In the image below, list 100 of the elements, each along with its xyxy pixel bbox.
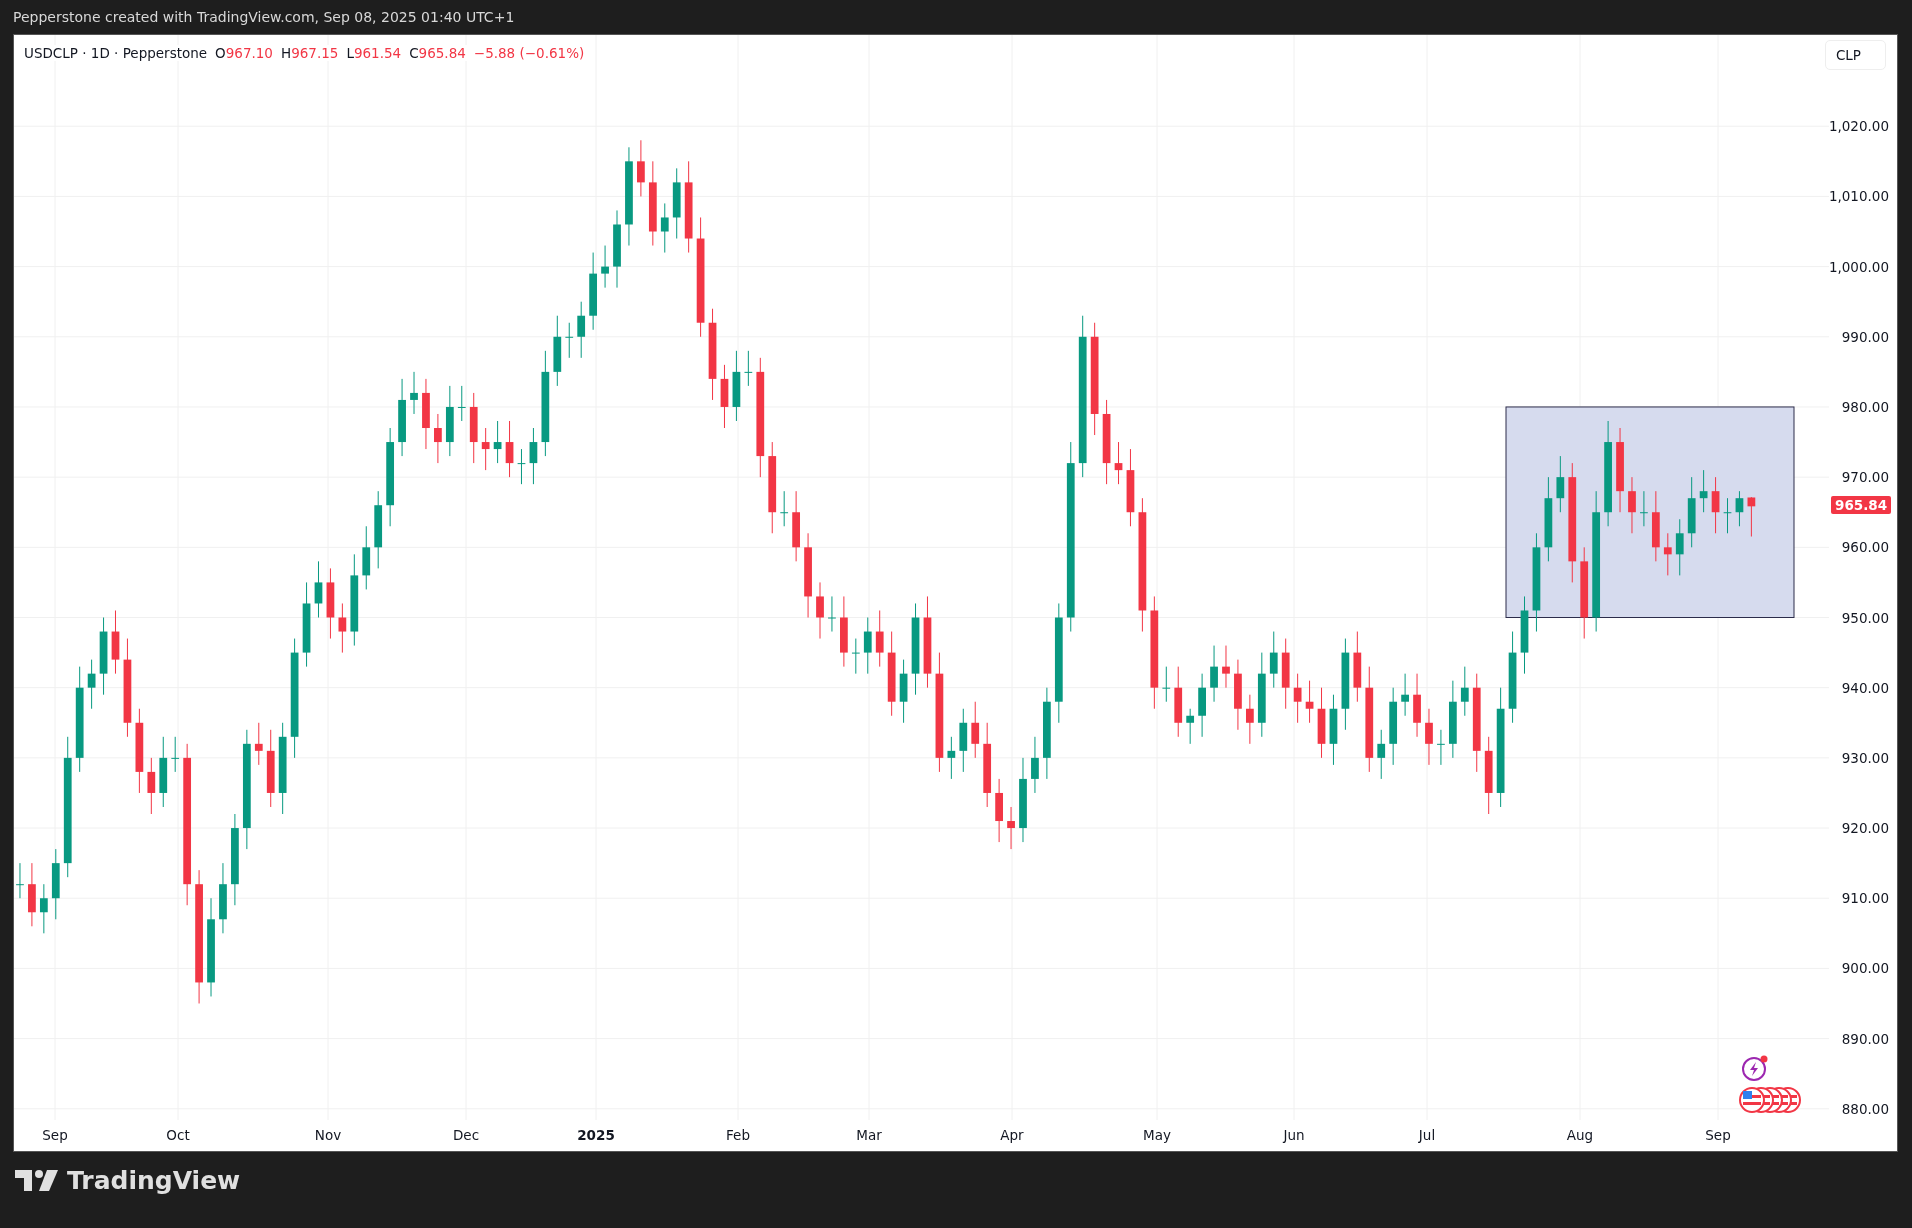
range-rectangle[interactable]	[1505, 406, 1795, 618]
price-axis-label: 950.00	[1841, 609, 1889, 626]
candle	[1031, 736, 1039, 794]
candle	[1413, 673, 1421, 738]
candle	[1556, 455, 1565, 513]
candle	[1305, 680, 1314, 724]
price-axis-label: 930.00	[1841, 749, 1889, 766]
candle	[254, 722, 263, 766]
candle	[637, 139, 645, 197]
last-price-tag: 965.84	[1831, 496, 1892, 515]
candle	[1222, 645, 1230, 689]
candle	[51, 848, 60, 920]
candle	[481, 427, 490, 471]
candle	[1269, 631, 1278, 689]
candle	[338, 602, 347, 654]
ohlc-value: O967.10	[215, 45, 273, 61]
price-axis-label: 880.00	[1841, 1100, 1889, 1117]
time-axis-label: Apr	[1000, 1127, 1024, 1143]
candle	[1293, 673, 1302, 724]
candle	[816, 581, 824, 640]
candle	[780, 490, 789, 527]
price-axis-label: 900.00	[1841, 960, 1889, 977]
time-axis-label: May	[1143, 1127, 1171, 1143]
ohlc-value: C965.84	[409, 45, 466, 61]
price-axis-label: 940.00	[1841, 679, 1889, 696]
candle	[577, 301, 586, 359]
time-axis-label: Feb	[726, 1127, 750, 1143]
time-axis-label: Dec	[452, 1127, 480, 1143]
time-axis-label: Jun	[1283, 1127, 1305, 1143]
price-axis-label: 920.00	[1841, 820, 1889, 837]
chart-caption: Pepperstone created with TradingView.com, Sep 08, 2025 01:40 UTC+1	[13, 9, 515, 25]
candle	[445, 385, 454, 457]
candle	[410, 371, 418, 415]
candle	[1174, 666, 1183, 738]
candle	[1281, 638, 1290, 710]
candle	[1114, 441, 1123, 485]
candle	[171, 736, 180, 773]
candle	[314, 560, 323, 618]
time-axis-label: Nov	[314, 1127, 342, 1143]
candle	[720, 364, 729, 429]
ohlc-value: L961.54	[346, 45, 402, 61]
candle	[1007, 806, 1015, 850]
candle	[1687, 476, 1696, 548]
price-axis-label: 910.00	[1841, 890, 1889, 907]
candle	[1401, 673, 1409, 717]
time-axis-label: Sep	[42, 1127, 68, 1143]
currency-button[interactable]: CLP	[1824, 40, 1886, 70]
candle	[1210, 645, 1218, 703]
flag-event-icons[interactable]	[1739, 1086, 1801, 1114]
candle	[517, 448, 526, 485]
candle	[995, 778, 1003, 843]
time-axis-label: 2025	[577, 1127, 615, 1143]
candle	[505, 420, 514, 478]
candle	[971, 701, 980, 759]
candle	[111, 610, 120, 675]
candle	[1711, 476, 1720, 534]
symbol-label: USDCLP · 1D · Pepperstone	[24, 45, 208, 61]
candle	[1675, 518, 1684, 576]
candle	[1162, 666, 1171, 703]
candle	[553, 315, 562, 387]
candle	[1317, 687, 1326, 759]
candle	[875, 610, 884, 668]
candle	[1640, 490, 1648, 527]
time-axis-label: Aug	[1566, 1127, 1594, 1143]
ohlc-value: H967.15	[280, 45, 339, 61]
candle	[660, 202, 669, 254]
price-axis-label: 1,010.00	[1828, 188, 1889, 205]
candle	[1735, 490, 1744, 527]
candle	[422, 378, 430, 450]
candle	[1246, 694, 1254, 745]
candle	[16, 862, 24, 899]
time-axis-label: Mar	[856, 1127, 882, 1143]
candle	[828, 595, 836, 633]
logo-icon	[15, 1169, 59, 1192]
candle	[851, 638, 860, 675]
candle	[1425, 708, 1433, 766]
candle	[732, 350, 741, 422]
candle	[744, 350, 753, 387]
candle	[899, 659, 908, 724]
candle	[1723, 497, 1732, 534]
price-axis-label: 970.00	[1841, 469, 1889, 486]
candle	[1186, 708, 1195, 745]
price-axis-label: 990.00	[1841, 328, 1889, 345]
candle	[147, 757, 156, 815]
candle	[493, 420, 502, 464]
candle	[1652, 490, 1660, 562]
candle	[863, 617, 872, 675]
candle	[959, 708, 968, 773]
candle	[565, 322, 574, 359]
price-axis-label: 1,000.00	[1828, 258, 1889, 275]
candle	[362, 525, 371, 590]
candle	[601, 245, 609, 289]
candle	[529, 427, 538, 485]
price-axis-label: 960.00	[1841, 539, 1889, 556]
candle	[1663, 532, 1672, 576]
logo-text: TradingView	[67, 1166, 241, 1195]
candle	[457, 385, 466, 422]
candle	[947, 736, 956, 780]
candle	[469, 392, 478, 464]
time-axis-label: Oct	[166, 1127, 190, 1143]
